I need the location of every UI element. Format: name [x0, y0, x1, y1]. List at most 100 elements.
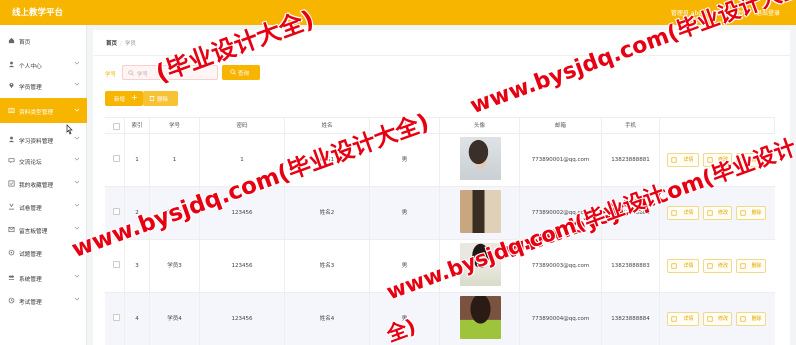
- cell-name: 姓名4: [285, 293, 370, 345]
- row-checkbox[interactable]: [113, 314, 120, 321]
- batch-delete-button[interactable]: 删除: [143, 91, 178, 106]
- cell-name: 姓名3: [285, 240, 370, 293]
- detail-label: 详情: [683, 263, 694, 269]
- column-header: [660, 117, 775, 134]
- sidebar-item[interactable]: 考试管理: [0, 292, 87, 310]
- cell-email: 773890001@qq.com: [520, 134, 602, 187]
- sidebar-item[interactable]: 系统管理: [0, 269, 87, 287]
- sidebar-item-label: 交流论坛: [19, 160, 42, 166]
- cell-name: 姓名1: [285, 134, 370, 187]
- cell-name: 姓名2: [285, 187, 370, 240]
- detail-icon: [671, 157, 677, 163]
- edit-icon: [707, 316, 713, 322]
- header-checkbox-cell: [105, 117, 125, 134]
- main-panel: 首页 / 学员 学号 学号 查询 新增 + 删除 索引 学号 密码 姓名 性别 头像 邮箱 手机 1…: [93, 30, 790, 345]
- detail-button[interactable]: 详情: [667, 206, 699, 220]
- chat-icon: [8, 157, 15, 164]
- table-row: 4 学员4 123456 姓名4 男 773890004@qq.com 1382388888…: [105, 293, 775, 345]
- column-header: 密码: [200, 117, 285, 134]
- table-row: 1 1 1 姓名1 男 773890001@qq.com 13823888881 详情 修改 删除: [105, 134, 775, 187]
- cell-actions: 详情 修改 删除: [660, 293, 775, 345]
- add-button[interactable]: 新增 +: [105, 91, 143, 106]
- row-checkbox[interactable]: [113, 155, 120, 162]
- sidebar-item-label: 我的收藏管理: [19, 183, 54, 189]
- message-icon: [8, 226, 15, 233]
- cell-password: 123456: [200, 240, 285, 293]
- sidebar-item-label: 学员管理: [19, 85, 42, 91]
- data-table: 索引 学号 密码 姓名 性别 头像 邮箱 手机 1 1 1 姓名1 男 773890001@qq.com 1…: [105, 117, 775, 345]
- chevron-down-icon: [74, 61, 80, 65]
- cell-email: 773890002@qq.com: [520, 187, 602, 240]
- batch-delete-label: 删除: [157, 97, 169, 103]
- trash-icon: [740, 210, 746, 216]
- detail-button[interactable]: 详情: [667, 312, 699, 326]
- sidebar-item[interactable]: 个人中心: [0, 56, 87, 74]
- sidebar-item[interactable]: 我的收藏管理: [0, 175, 87, 193]
- cell-phone: 13823888881: [602, 134, 660, 187]
- row-checkbox[interactable]: [113, 208, 120, 215]
- column-header: 手机: [602, 117, 660, 134]
- detail-button[interactable]: 详情: [667, 153, 699, 167]
- delete-button[interactable]: 删除: [736, 312, 766, 326]
- edit-button[interactable]: 修改: [703, 312, 732, 326]
- search-label: 学号: [105, 72, 117, 78]
- sidebar-item[interactable]: 留言板管理: [0, 221, 87, 239]
- top-bar: 线上教学平台 管理员 abo 退出到前台 退出登录: [0, 0, 796, 25]
- detail-icon: [671, 316, 677, 322]
- folder-icon: [8, 107, 15, 114]
- search-icon: [128, 70, 134, 76]
- logout-link[interactable]: 退出登录: [756, 8, 780, 17]
- sidebar-item-label: 资料类型管理: [19, 110, 54, 116]
- chevron-down-icon: [74, 108, 80, 112]
- sidebar-item[interactable]: 资料类型管理: [0, 98, 87, 123]
- row-checkbox[interactable]: [113, 261, 120, 268]
- cell-gender: 男: [370, 240, 440, 293]
- edit-button[interactable]: 修改: [703, 259, 732, 273]
- edit-label: 修改: [717, 316, 728, 322]
- cell-password: 123456: [200, 293, 285, 345]
- delete-button[interactable]: 删除: [736, 153, 766, 167]
- top-actions: 管理员 abo 退出到前台 退出登录: [671, 8, 780, 17]
- mouse-cursor-icon: [66, 124, 73, 135]
- select-all-checkbox[interactable]: [113, 123, 120, 130]
- edit-button[interactable]: 修改: [703, 153, 732, 167]
- cell-phone: 13823888882: [602, 187, 660, 240]
- detail-button[interactable]: 详情: [667, 259, 699, 273]
- sidebar-item-label: 试卷管理: [19, 206, 42, 212]
- search-input[interactable]: 学号: [122, 65, 218, 80]
- detail-icon: [671, 210, 677, 216]
- chevron-down-icon: [74, 203, 80, 207]
- system-icon: [8, 274, 15, 280]
- cell-avatar: [440, 134, 520, 187]
- star-icon: [8, 180, 15, 187]
- delete-button[interactable]: 删除: [736, 259, 766, 273]
- chevron-down-icon: [74, 226, 80, 230]
- cell-avatar: [440, 187, 520, 240]
- sidebar-item[interactable]: 试题管理: [0, 244, 87, 262]
- location-icon: [9, 83, 14, 89]
- breadcrumb-home[interactable]: 首页: [106, 41, 117, 47]
- chevron-down-icon: [74, 82, 80, 86]
- exit-to-front-link[interactable]: 退出到前台: [714, 8, 744, 17]
- delete-label: 删除: [751, 316, 762, 322]
- edit-button[interactable]: 修改: [703, 206, 732, 220]
- search-button[interactable]: 查询: [222, 65, 260, 80]
- cell-avatar: [440, 293, 520, 345]
- sidebar-item[interactable]: 交流论坛: [0, 152, 87, 170]
- chevron-down-icon: [74, 180, 80, 184]
- avatar: [460, 243, 501, 286]
- plus-icon: +: [131, 93, 138, 102]
- trash-icon: [740, 157, 746, 163]
- detail-label: 详情: [683, 157, 694, 163]
- sidebar-item[interactable]: 首页: [0, 32, 87, 50]
- column-header: 邮箱: [520, 117, 602, 134]
- edit-icon: [707, 157, 713, 163]
- avatar: [460, 296, 501, 339]
- sidebar-item[interactable]: 学员管理: [0, 77, 87, 95]
- checkbox-cell: [105, 187, 125, 240]
- cell-gender: 男: [370, 293, 440, 345]
- cell-index: 3: [125, 240, 150, 293]
- delete-button[interactable]: 删除: [736, 206, 766, 220]
- search-placeholder: 学号: [137, 72, 149, 78]
- sidebar-item[interactable]: 试卷管理: [0, 198, 87, 216]
